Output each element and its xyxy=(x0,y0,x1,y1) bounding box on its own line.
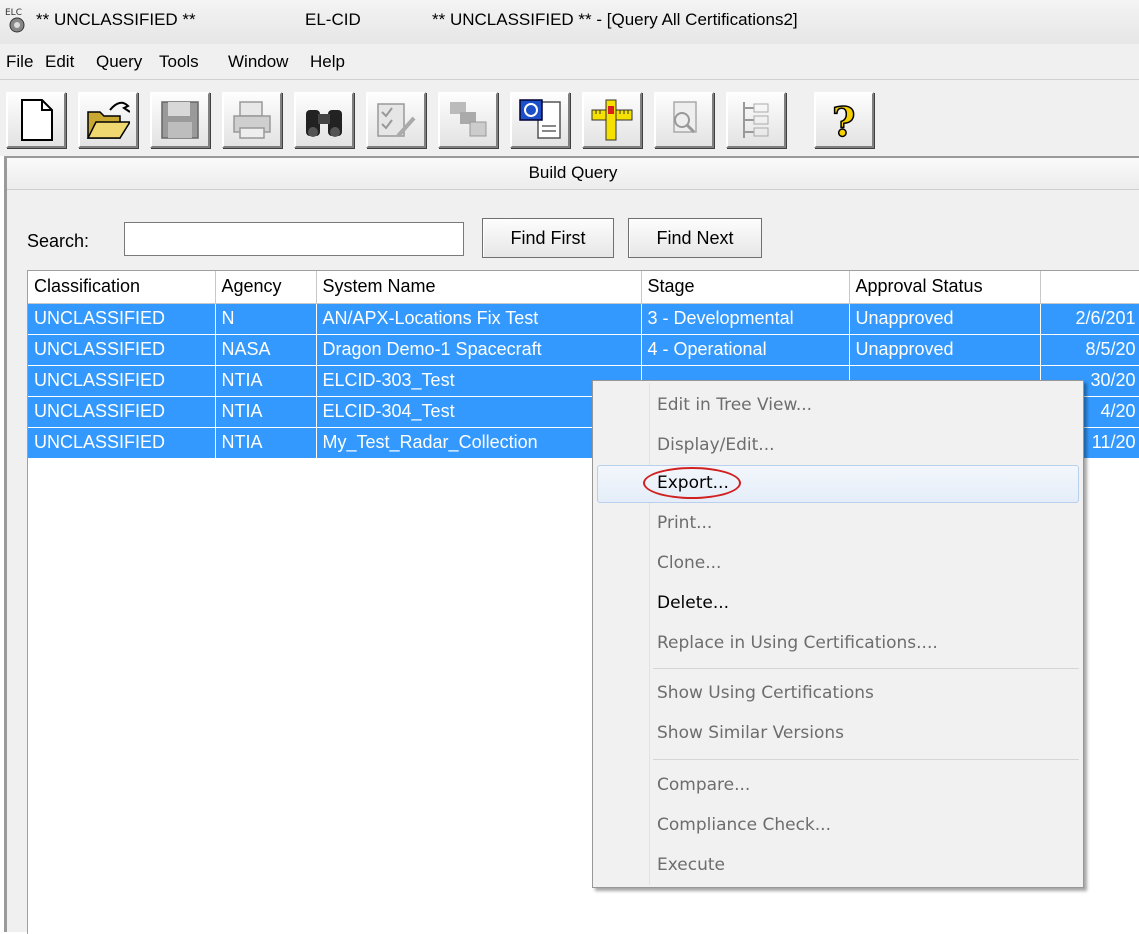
cell-classification: UNCLASSIFIED xyxy=(28,427,216,459)
print-icon xyxy=(233,101,271,139)
column-header-classification[interactable]: Classification xyxy=(28,271,216,304)
column-header-date[interactable] xyxy=(1040,271,1139,304)
print-button[interactable] xyxy=(222,92,282,148)
find-binoculars-icon xyxy=(306,110,342,137)
window-title-bar: ELC ** UNCLASSIFIED ** EL-CID ** UNCLASS… xyxy=(0,0,1139,44)
context-menu: Edit in Tree View... Display/Edit... Exp… xyxy=(592,380,1084,888)
cell-agency: NTIA xyxy=(215,427,317,459)
open-folder-icon xyxy=(86,101,130,139)
cell-agency: NASA xyxy=(215,334,317,366)
column-header-approval-status[interactable]: Approval Status xyxy=(849,271,1041,304)
toolbar: ? xyxy=(0,80,1139,156)
context-menu-separator xyxy=(653,759,1079,760)
cell-classification: UNCLASSIFIED xyxy=(28,334,216,366)
menu-item-execute[interactable]: Execute xyxy=(657,855,725,875)
new-document-button[interactable] xyxy=(6,92,66,148)
help-icon: ? xyxy=(831,98,856,142)
inspect-icon xyxy=(673,101,697,134)
menu-tools[interactable]: Tools xyxy=(159,52,199,72)
menu-item-clone[interactable]: Clone... xyxy=(657,553,721,573)
find-first-button[interactable]: Find First xyxy=(482,218,614,258)
menu-help[interactable]: Help xyxy=(310,52,345,72)
outline-icon xyxy=(743,102,769,138)
context-menu-gutter xyxy=(649,383,650,885)
compare-button[interactable] xyxy=(510,92,570,148)
edit-check-button[interactable] xyxy=(366,92,426,148)
cell-system-name: Dragon Demo-1 Spacecraft xyxy=(316,334,642,366)
menu-query[interactable]: Query xyxy=(96,52,142,72)
menu-item-show-similar-versions[interactable]: Show Similar Versions xyxy=(657,723,844,743)
cell-agency: NTIA xyxy=(215,396,317,428)
menu-edit[interactable]: Edit xyxy=(45,52,74,72)
cell-agency: NTIA xyxy=(215,365,317,397)
table-row[interactable]: UNCLASSIFIED NASA Dragon Demo-1 Spacecra… xyxy=(28,334,1139,366)
ruler-icon xyxy=(591,99,633,141)
menu-item-compliance-check[interactable]: Compliance Check... xyxy=(657,815,831,835)
cell-agency: N xyxy=(215,303,317,335)
menu-item-compare[interactable]: Compare... xyxy=(657,775,750,795)
menu-window[interactable]: Window xyxy=(228,52,288,72)
cell-system-name: AN/APX-Locations Fix Test xyxy=(316,303,642,335)
cell-date: 2/6/201 xyxy=(1040,303,1139,335)
menu-bar: File Edit Query Tools Window Help xyxy=(0,44,1139,80)
column-header-agency[interactable]: Agency xyxy=(215,271,317,304)
search-label: Search: xyxy=(27,231,90,251)
menu-item-display-edit[interactable]: Display/Edit... xyxy=(657,435,775,455)
svg-text:ELC: ELC xyxy=(5,8,22,18)
cell-classification: UNCLASSIFIED xyxy=(28,303,216,335)
table-row[interactable]: UNCLASSIFIED N AN/APX-Locations Fix Test… xyxy=(28,303,1139,335)
help-button[interactable]: ? xyxy=(814,92,874,148)
tree-button[interactable] xyxy=(438,92,498,148)
cell-stage: 4 - Operational xyxy=(641,334,850,366)
compare-icon xyxy=(519,99,561,139)
menu-item-print[interactable]: Print... xyxy=(657,513,712,533)
title-classification: ** UNCLASSIFIED ** xyxy=(36,10,196,29)
window-title: ** UNCLASSIFIED ** - [Query All Certific… xyxy=(432,10,798,29)
column-header-stage[interactable]: Stage xyxy=(641,271,850,304)
search-input[interactable] xyxy=(124,222,464,256)
inspect-button[interactable] xyxy=(654,92,714,148)
cell-classification: UNCLASSIFIED xyxy=(28,396,216,428)
ruler-button[interactable] xyxy=(582,92,642,148)
menu-item-replace-in-using-certifications[interactable]: Replace in Using Certifications.... xyxy=(657,633,938,653)
cell-approval-status: Unapproved xyxy=(849,334,1041,366)
find-next-button[interactable]: Find Next xyxy=(628,218,762,258)
el-cid-app-icon: ELC xyxy=(5,8,25,33)
outline-button[interactable] xyxy=(726,92,786,148)
save-button[interactable] xyxy=(150,92,210,148)
menu-file[interactable]: File xyxy=(6,52,33,72)
cell-date: 8/5/20 xyxy=(1040,334,1139,366)
table-header-row: Classification Agency System Name Stage … xyxy=(28,271,1139,304)
cell-classification: UNCLASSIFIED xyxy=(28,365,216,397)
svg-text:?: ? xyxy=(832,99,855,142)
menu-item-delete[interactable]: Delete... xyxy=(657,593,729,613)
export-annotation-circle xyxy=(643,467,741,499)
save-icon xyxy=(161,101,199,139)
tree-icon xyxy=(450,102,487,137)
menu-item-edit-in-tree-view[interactable]: Edit in Tree View... xyxy=(657,395,812,415)
cell-approval-status: Unapproved xyxy=(849,303,1041,335)
title-app-name: EL-CID xyxy=(305,10,361,29)
new-document-icon xyxy=(21,99,53,141)
find-button[interactable] xyxy=(294,92,354,148)
open-folder-button[interactable] xyxy=(78,92,138,148)
context-menu-separator xyxy=(653,668,1079,669)
build-query-title: Build Query xyxy=(7,158,1139,190)
cell-stage: 3 - Developmental xyxy=(641,303,850,335)
menu-item-show-using-certifications[interactable]: Show Using Certifications xyxy=(657,683,874,703)
edit-check-icon xyxy=(377,103,416,138)
column-header-system-name[interactable]: System Name xyxy=(316,271,642,304)
